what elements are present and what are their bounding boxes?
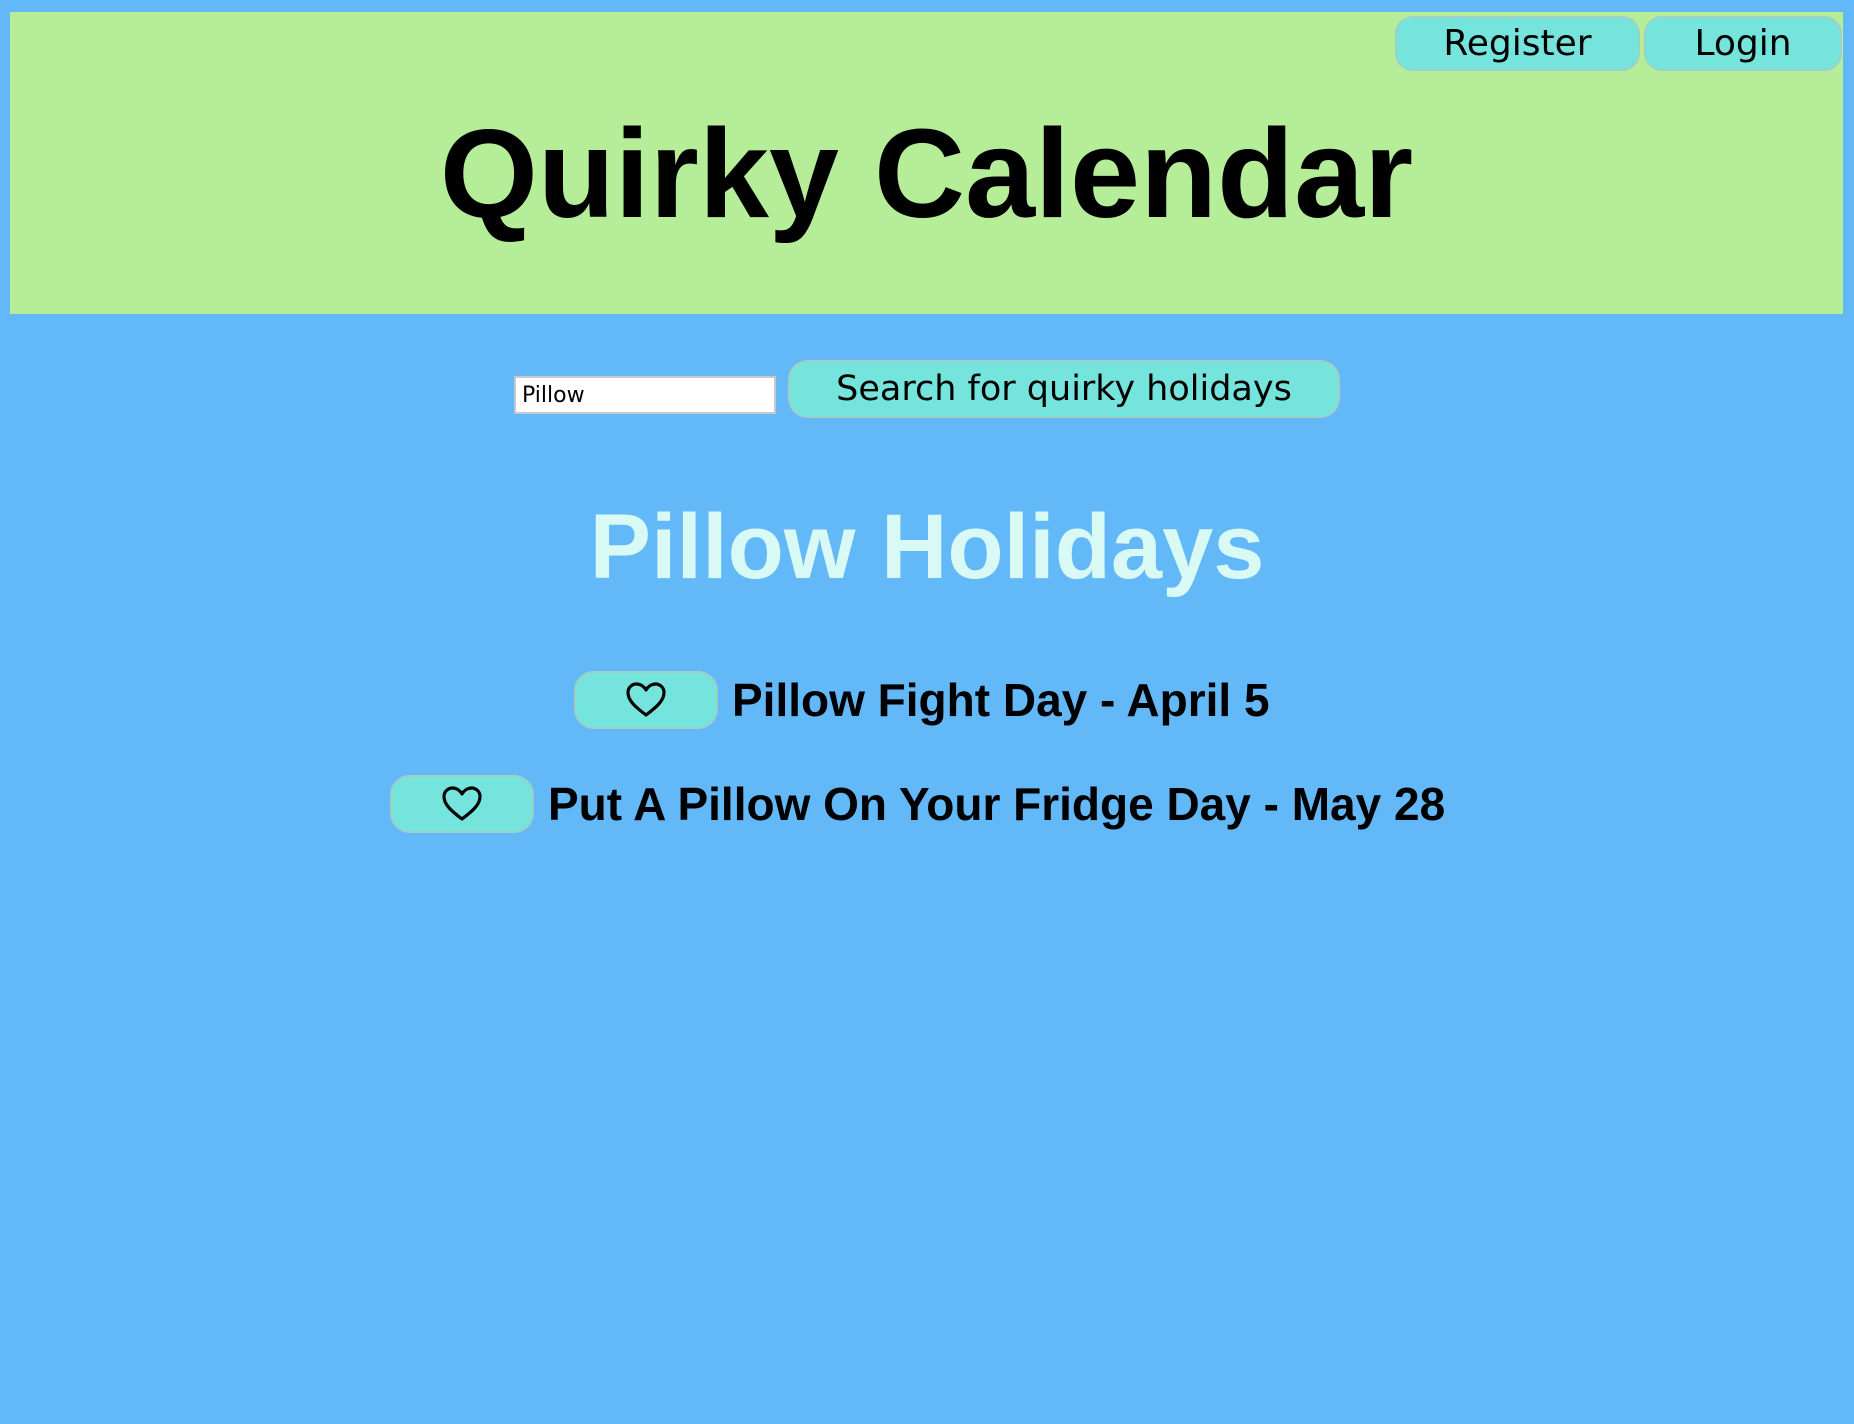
heart-outline-icon [625, 681, 667, 719]
login-button[interactable]: Login [1644, 16, 1842, 71]
app-title: Quirky Calendar [439, 103, 1414, 244]
favorite-button[interactable] [390, 775, 534, 833]
holiday-list-item: Pillow Fight Day - April 5 [574, 671, 1270, 729]
search-button[interactable]: Search for quirky holidays [788, 360, 1340, 418]
holiday-label: Pillow Fight Day - April 5 [732, 674, 1270, 726]
header: Register Login Quirky Calendar [10, 12, 1843, 314]
holiday-list-item: Put A Pillow On Your Fridge Day - May 28 [390, 775, 1445, 833]
results-title: Pillow Holidays [589, 496, 1265, 598]
holiday-label: Put A Pillow On Your Fridge Day - May 28 [548, 778, 1446, 830]
register-button[interactable]: Register [1395, 16, 1640, 71]
search-input[interactable] [514, 376, 776, 414]
heart-outline-icon [441, 785, 483, 823]
favorite-button[interactable] [574, 671, 718, 729]
